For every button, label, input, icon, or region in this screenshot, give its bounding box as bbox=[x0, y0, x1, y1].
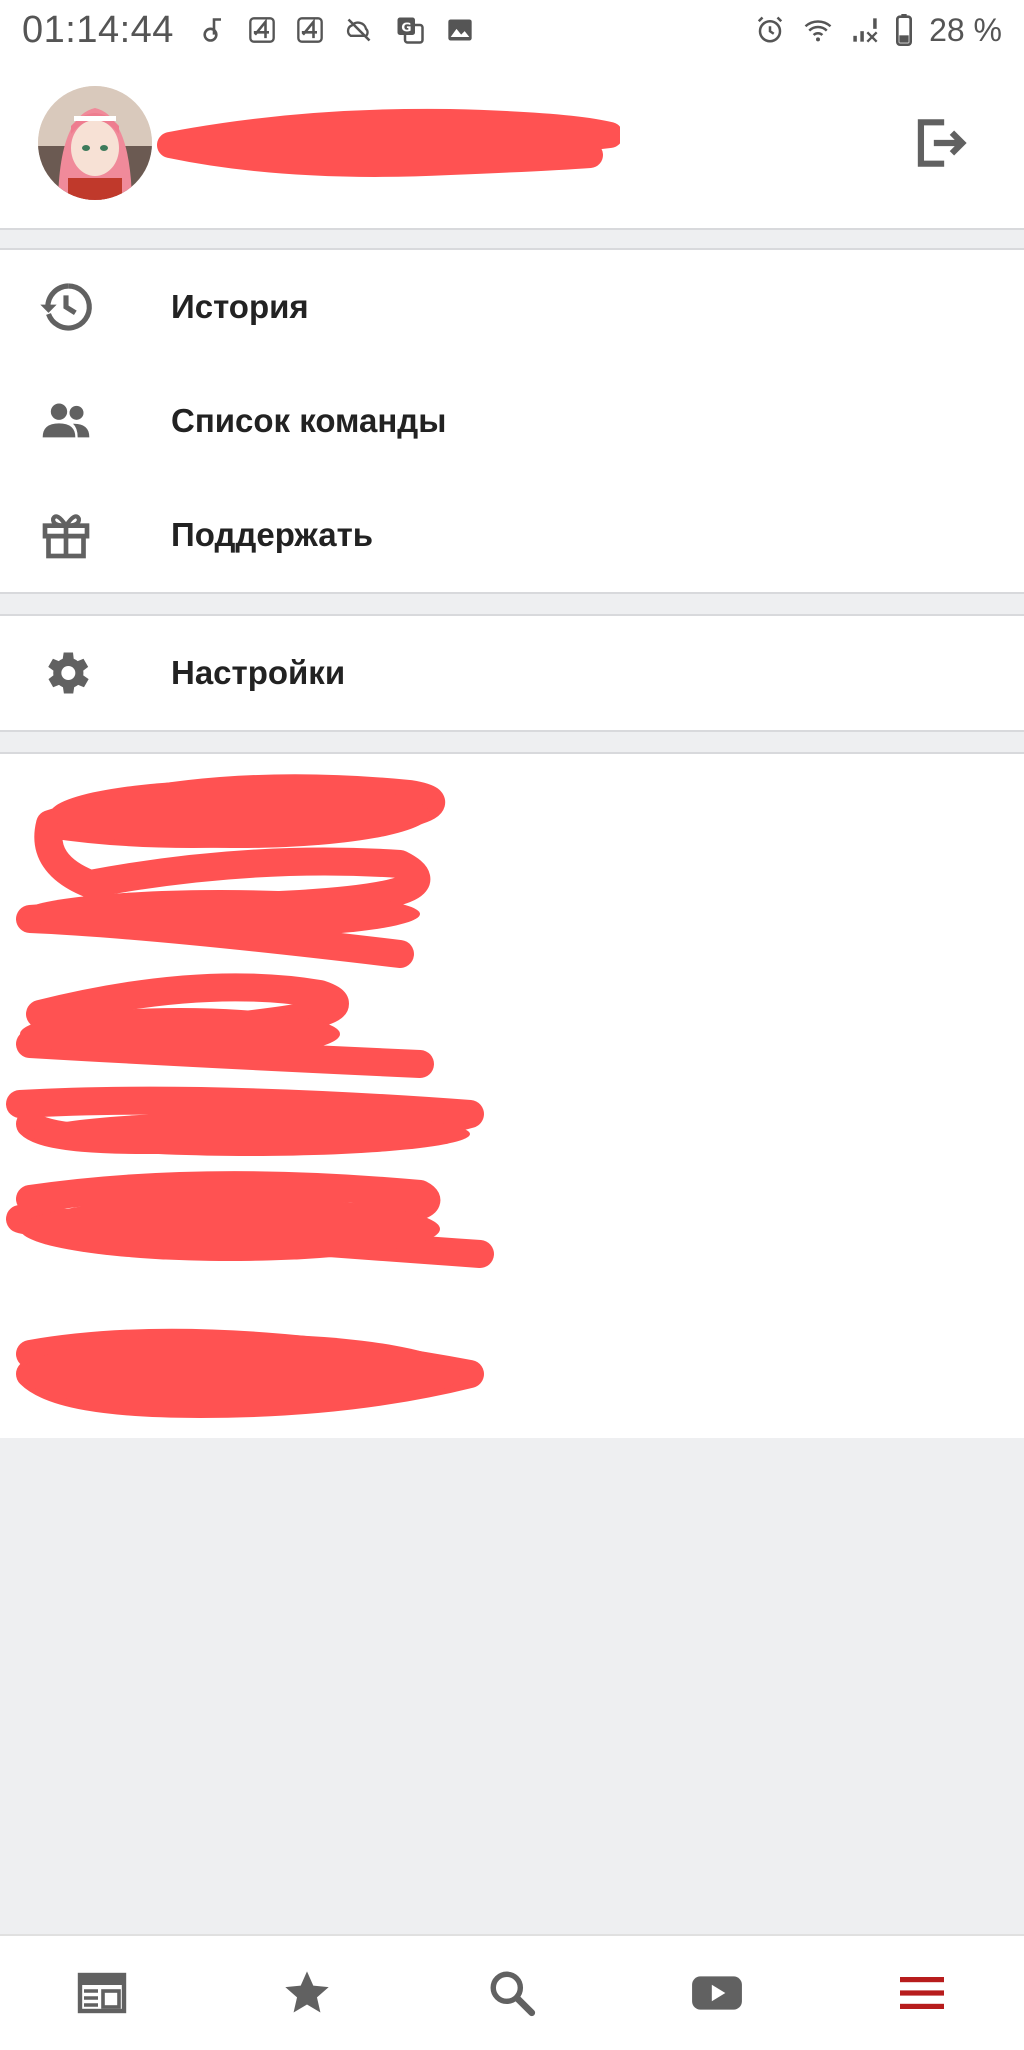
team-icon bbox=[38, 393, 94, 449]
star-icon bbox=[285, 1971, 329, 2013]
svg-text:G: G bbox=[401, 19, 411, 34]
gear-icon bbox=[38, 645, 94, 701]
redaction-scribble bbox=[6, 774, 494, 1418]
redacted-username bbox=[157, 108, 620, 177]
nav-favorites-button[interactable] bbox=[267, 1953, 347, 2033]
image-icon bbox=[446, 16, 474, 44]
menu-item-label: История bbox=[171, 288, 309, 325]
notification-4-icon bbox=[248, 16, 276, 44]
sync-off-icon bbox=[344, 16, 374, 44]
user-avatar[interactable] bbox=[38, 86, 152, 200]
menu-item-label: Настройки bbox=[171, 654, 346, 691]
search-icon bbox=[490, 1971, 536, 2017]
menu-item-support[interactable]: Поддержать bbox=[0, 478, 1024, 592]
nav-search-button[interactable] bbox=[472, 1953, 552, 2033]
bottom-navigation bbox=[0, 1934, 1024, 2050]
wifi-icon bbox=[801, 15, 835, 45]
status-time: 01:14:44 bbox=[22, 8, 174, 51]
menu-item-settings[interactable]: Настройки bbox=[0, 616, 1024, 730]
status-system-icons: 28 % bbox=[755, 12, 1002, 49]
battery-percent: 28 % bbox=[929, 11, 1002, 48]
redacted-section bbox=[0, 752, 1024, 1438]
battery-icon bbox=[895, 14, 913, 46]
music-note-icon bbox=[200, 16, 228, 44]
logout-button[interactable] bbox=[908, 112, 970, 174]
signal-icon bbox=[851, 15, 879, 45]
menu-item-label: Поддержать bbox=[171, 516, 374, 553]
menu-item-label: Список команды bbox=[171, 402, 447, 439]
youtube-icon bbox=[691, 1976, 742, 2010]
menu-item-history[interactable]: История bbox=[0, 250, 1024, 364]
menu-icon bbox=[899, 1977, 944, 2009]
logout-icon bbox=[917, 119, 967, 167]
nav-menu-button[interactable] bbox=[882, 1953, 962, 2033]
news-icon bbox=[78, 1972, 127, 2014]
profile-header bbox=[0, 60, 1024, 230]
alarm-icon bbox=[755, 15, 785, 45]
history-icon bbox=[38, 279, 94, 335]
menu-item-team-list[interactable]: Список команды bbox=[0, 364, 1024, 478]
nav-video-button[interactable] bbox=[677, 1953, 757, 2033]
menu-section-main: История Список команды Поддержать bbox=[0, 248, 1024, 594]
nav-news-button[interactable] bbox=[62, 1953, 142, 2033]
notification-4-icon bbox=[296, 16, 324, 44]
status-bar: 01:14:44 G 28 % bbox=[0, 0, 1024, 60]
gift-icon bbox=[38, 507, 94, 563]
translate-icon: G bbox=[394, 15, 426, 45]
status-notification-icons: G bbox=[200, 15, 474, 45]
menu-section-settings: Настройки bbox=[0, 614, 1024, 732]
